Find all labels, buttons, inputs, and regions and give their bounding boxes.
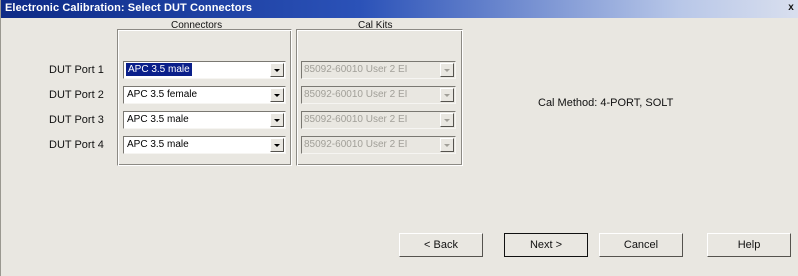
port-3-label: DUT Port 3: [49, 114, 104, 126]
port-1-connector-dropdown[interactable]: APC 3.5 male: [123, 61, 286, 79]
chevron-down-icon: [440, 88, 454, 102]
port-1-label: DUT Port 1: [49, 64, 104, 76]
port-4-cal-kit-dropdown: 85092-60010 User 2 EI: [301, 136, 456, 154]
port-1-cal-kit-value: 85092-60010 User 2 EI: [304, 64, 408, 75]
port-4-connector-value: APC 3.5 male: [127, 139, 189, 150]
chevron-down-icon[interactable]: [270, 138, 284, 152]
port-2-connector-value: APC 3.5 female: [127, 89, 198, 100]
chevron-down-icon[interactable]: [270, 88, 284, 102]
cancel-button[interactable]: Cancel: [599, 233, 683, 257]
port-2-label: DUT Port 2: [49, 89, 104, 101]
port-1-cal-kit-dropdown: 85092-60010 User 2 EI: [301, 61, 456, 79]
select-dut-connectors-dialog: Electronic Calibration: Select DUT Conne…: [0, 0, 798, 276]
port-2-cal-kit-value: 85092-60010 User 2 EI: [304, 89, 408, 100]
help-button[interactable]: Help: [707, 233, 791, 257]
chevron-down-icon: [440, 113, 454, 127]
port-1-connector-value: APC 3.5 male: [126, 63, 192, 76]
window-title: Electronic Calibration: Select DUT Conne…: [5, 2, 253, 14]
cal-method-label: Cal Method: 4-PORT, SOLT: [538, 97, 674, 109]
port-4-connector-dropdown[interactable]: APC 3.5 male: [123, 136, 286, 154]
port-3-connector-dropdown[interactable]: APC 3.5 male: [123, 111, 286, 129]
chevron-down-icon[interactable]: [270, 113, 284, 127]
chevron-down-icon: [440, 138, 454, 152]
back-button[interactable]: < Back: [399, 233, 483, 257]
port-3-connector-value: APC 3.5 male: [127, 114, 189, 125]
close-icon[interactable]: x: [786, 2, 796, 14]
port-4-cal-kit-value: 85092-60010 User 2 EI: [304, 139, 408, 150]
next-button[interactable]: Next >: [504, 233, 588, 257]
port-2-connector-dropdown[interactable]: APC 3.5 female: [123, 86, 286, 104]
chevron-down-icon[interactable]: [270, 63, 284, 77]
port-4-label: DUT Port 4: [49, 139, 104, 151]
port-3-cal-kit-dropdown: 85092-60010 User 2 EI: [301, 111, 456, 129]
chevron-down-icon: [440, 63, 454, 77]
title-bar[interactable]: Electronic Calibration: Select DUT Conne…: [1, 0, 798, 18]
port-2-cal-kit-dropdown: 85092-60010 User 2 EI: [301, 86, 456, 104]
port-3-cal-kit-value: 85092-60010 User 2 EI: [304, 114, 408, 125]
